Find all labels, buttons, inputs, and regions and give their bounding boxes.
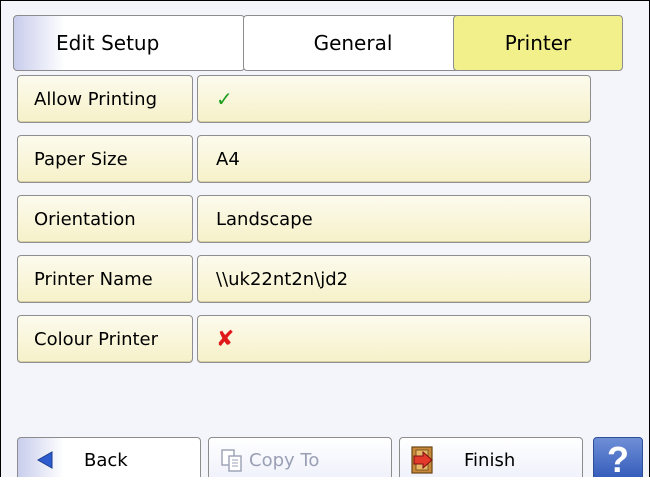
- setting-value-orientation[interactable]: Landscape: [197, 195, 591, 243]
- setting-value-printer-name[interactable]: \\uk22nt2n\jd2: [197, 255, 591, 303]
- setting-label: Allow Printing: [17, 75, 193, 123]
- breadcrumb: Edit Setup General Printer: [13, 14, 623, 73]
- crumb-edit-setup-label: Edit Setup: [56, 31, 160, 55]
- cross-icon: ✘: [216, 326, 235, 352]
- check-icon: ✓: [216, 87, 233, 111]
- crumb-general-label: General: [313, 31, 393, 55]
- finish-button[interactable]: Finish: [399, 437, 583, 477]
- setting-value-paper-size[interactable]: A4: [197, 135, 591, 183]
- crumb-edit-setup[interactable]: Edit Setup: [13, 15, 245, 71]
- left-arrow-icon: [36, 451, 53, 469]
- exit-door-icon: [411, 446, 433, 474]
- back-button-label: Back: [84, 449, 128, 471]
- help-button[interactable]: ?: [593, 437, 643, 477]
- setting-value-allow-printing[interactable]: ✓: [197, 75, 591, 123]
- copy-to-button[interactable]: Copy To: [208, 437, 392, 477]
- crumb-printer[interactable]: Printer: [453, 15, 623, 71]
- back-button[interactable]: Back: [17, 437, 201, 477]
- setting-label: Paper Size: [17, 135, 193, 183]
- setting-value-text: A4: [216, 148, 240, 170]
- crumb-general[interactable]: General: [243, 15, 463, 71]
- setting-label: Colour Printer: [17, 315, 193, 363]
- printer-setup-window: Edit Setup General Printer Allow Printin…: [0, 0, 650, 477]
- setting-value-colour-printer[interactable]: ✘: [197, 315, 591, 363]
- setting-label: Printer Name: [17, 255, 193, 303]
- setting-row-paper-size: Paper Size A4: [17, 135, 591, 183]
- setting-row-orientation: Orientation Landscape: [17, 195, 591, 243]
- setting-value-text: Landscape: [216, 208, 313, 230]
- copy-to-button-label: Copy To: [249, 449, 320, 471]
- copy-icon: [221, 449, 242, 472]
- crumb-printer-label: Printer: [504, 31, 572, 55]
- setting-label: Orientation: [17, 195, 193, 243]
- setting-row-printer-name: Printer Name \\uk22nt2n\jd2: [17, 255, 591, 303]
- help-icon: ?: [607, 439, 629, 478]
- finish-button-label: Finish: [464, 449, 516, 471]
- setting-row-colour-printer: Colour Printer ✘: [17, 315, 591, 363]
- setting-value-text: \\uk22nt2n\jd2: [216, 268, 349, 290]
- setting-row-allow-printing: Allow Printing ✓: [17, 75, 591, 123]
